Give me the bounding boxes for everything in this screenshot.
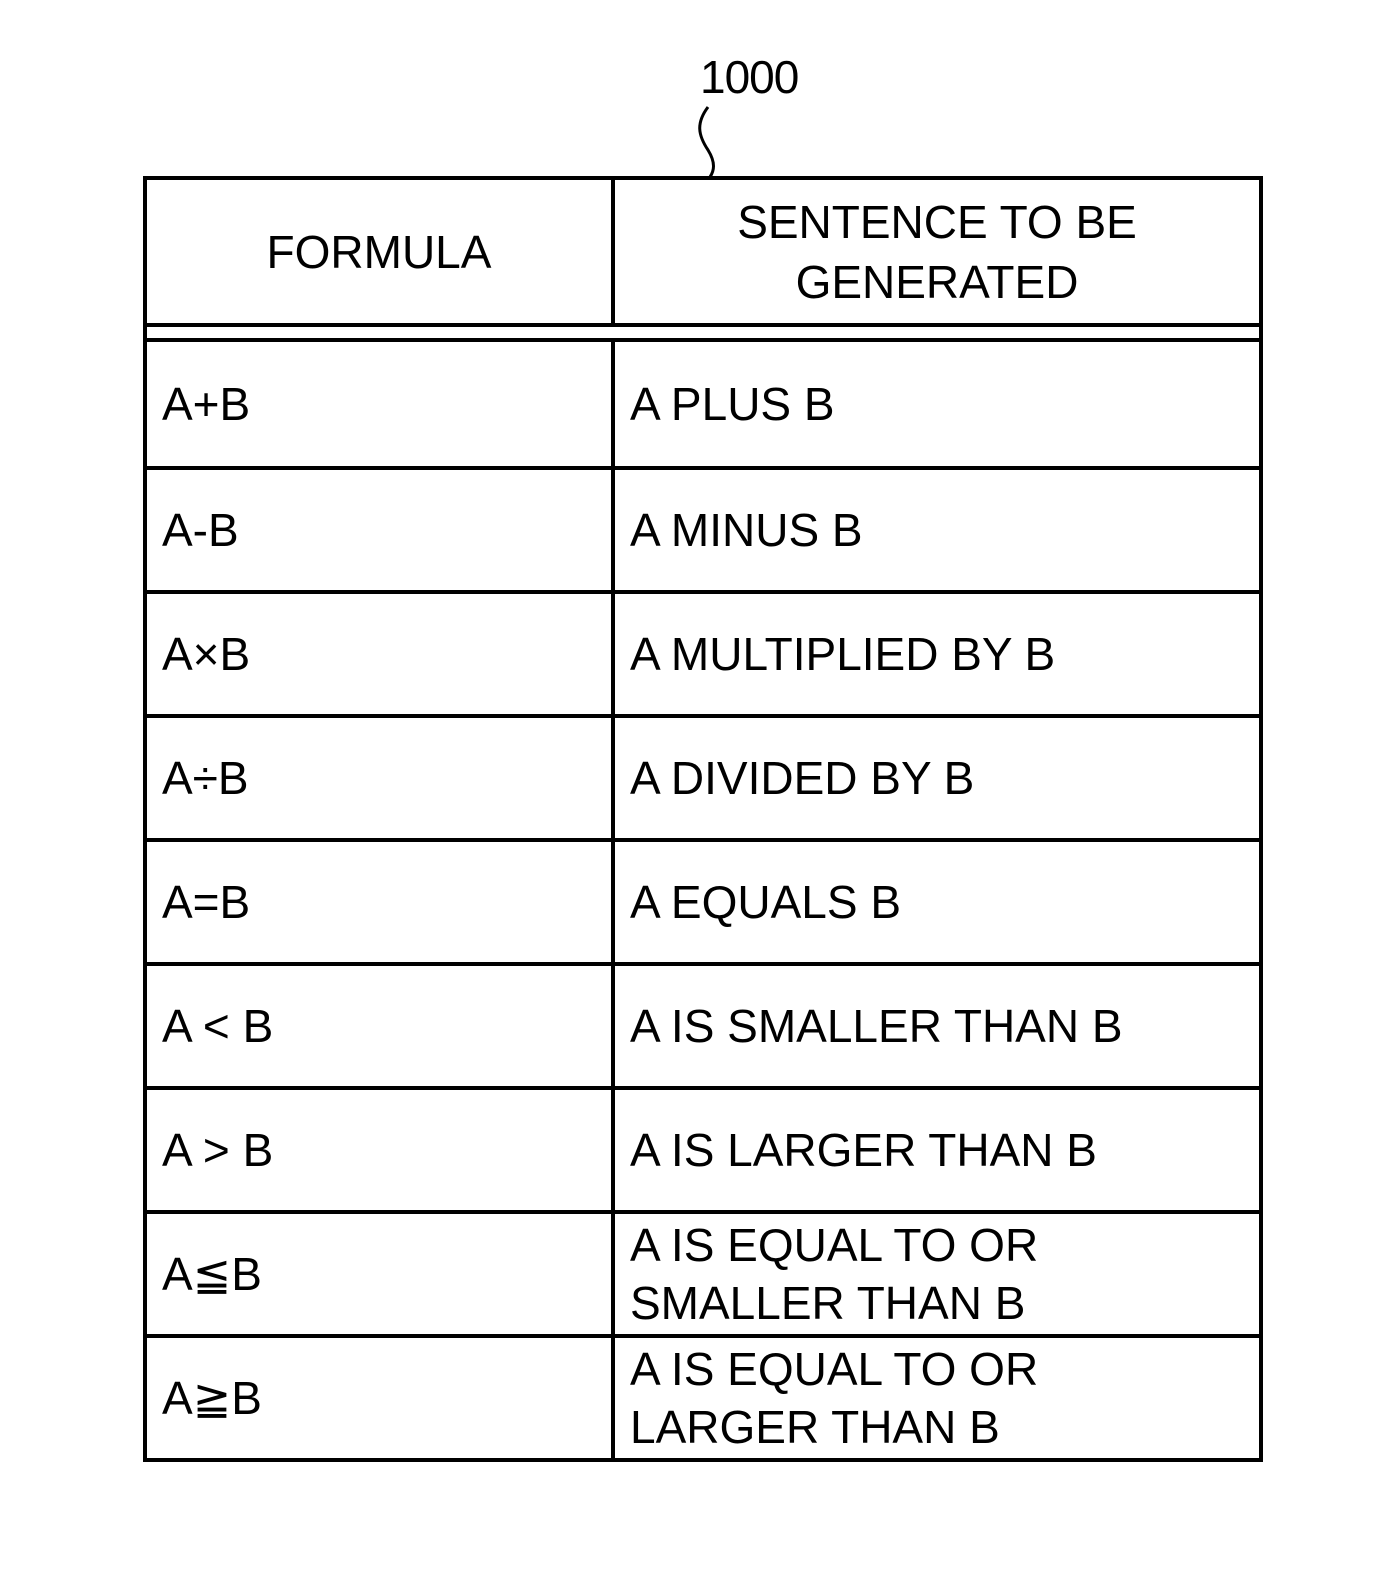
table-row: A÷B A DIVIDED BY B — [147, 714, 1259, 838]
table-row: A > B A IS LARGER THAN B — [147, 1086, 1259, 1210]
sentence-cell: A IS EQUAL TO OR SMALLER THAN B — [630, 1219, 1039, 1329]
table-row: A≦B A IS EQUAL TO OR SMALLER THAN B — [147, 1210, 1259, 1334]
table-row: A-B A MINUS B — [147, 466, 1259, 590]
reference-numeral: 1000 — [700, 51, 799, 103]
table-row: A < B A IS SMALLER THAN B — [147, 962, 1259, 1086]
formula-cell: A÷B — [147, 718, 615, 838]
formula-cell: A≦B — [147, 1214, 615, 1334]
sentence-cell: A IS LARGER THAN B — [630, 1124, 1097, 1176]
sentence-cell: A EQUALS B — [630, 876, 902, 928]
formula-sentence-table: FORMULA SENTENCE TO BE GENERATED A+B A PL… — [143, 176, 1263, 1462]
sentence-cell: A IS SMALLER THAN B — [630, 1000, 1123, 1052]
formula-cell: A > B — [147, 1090, 615, 1210]
formula-cell: A-B — [147, 470, 615, 590]
sentence-cell: A PLUS B — [630, 378, 835, 430]
header-formula: FORMULA — [147, 180, 615, 323]
table-row: A×B A MULTIPLIED BY B — [147, 590, 1259, 714]
table-row: A≧B A IS EQUAL TO OR LARGER THAN B — [147, 1334, 1259, 1458]
leader-line — [698, 106, 715, 178]
sentence-cell: A DIVIDED BY B — [630, 752, 975, 804]
header-double-rule — [147, 327, 1259, 342]
table-header: FORMULA SENTENCE TO BE GENERATED — [147, 180, 1259, 327]
table-row: A+B A PLUS B — [147, 342, 1259, 466]
formula-cell: A≧B — [147, 1338, 615, 1458]
sentence-cell: A MINUS B — [630, 504, 863, 556]
sentence-cell: A IS EQUAL TO OR LARGER THAN B — [630, 1343, 1039, 1453]
formula-cell: A < B — [147, 966, 615, 1086]
header-sentence: SENTENCE TO BE GENERATED — [737, 195, 1137, 308]
table-row: A=B A EQUALS B — [147, 838, 1259, 962]
formula-cell: A×B — [147, 594, 615, 714]
sentence-cell: A MULTIPLIED BY B — [630, 628, 1056, 680]
formula-cell: A+B — [147, 342, 615, 466]
formula-cell: A=B — [147, 842, 615, 962]
